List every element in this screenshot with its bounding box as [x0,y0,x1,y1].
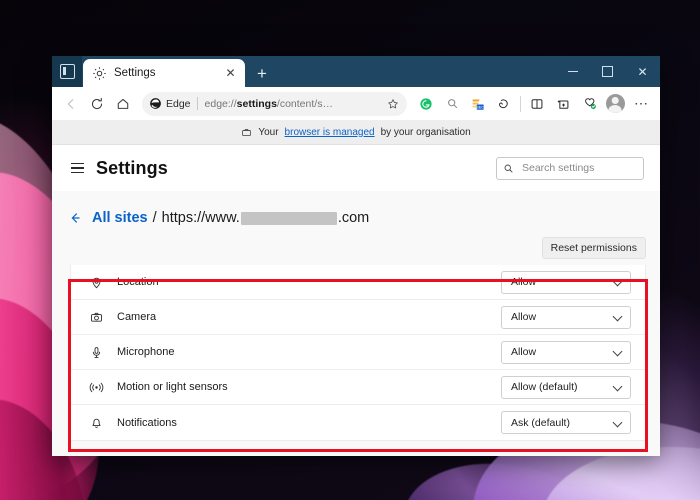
edge-logo-icon: Edge [149,97,191,110]
omnibox-brand-label: Edge [166,97,191,110]
permission-label: Microphone [117,346,175,358]
permission-row-notifications: Notifications Ask (default) [71,405,645,440]
gear-icon [92,66,107,81]
permission-select-microphone[interactable]: Allow [501,340,631,364]
permission-value: Ask (default) [511,416,570,429]
breadcrumb-separator: / [152,210,157,226]
motion-sensor-icon [85,381,107,394]
search-input[interactable] [520,161,637,175]
managed-banner-suffix: by your organisation [380,126,471,138]
address-bar[interactable]: Edge edge://settings/content/s… [142,91,407,116]
close-window-button[interactable]: ✕ [625,56,660,87]
omnibox-divider [196,97,198,110]
permission-row-location: Location Allow [71,265,645,300]
permission-row-motion-sensors: Motion or light sensors Allow (default) [71,370,645,405]
reset-permissions-button[interactable]: Reset permissions [541,237,646,259]
chevron-down-icon [613,347,623,357]
breadcrumb-site: https://www. .com [162,210,370,226]
settings-content: All sites / https://www. .com Reset perm… [52,191,660,456]
tab-title: Settings [114,67,156,79]
back-arrow-icon[interactable] [64,207,86,229]
refresh-icon[interactable] [84,91,110,117]
permission-label: Motion or light sensors [117,381,228,393]
back-arrow-icon[interactable] [58,91,84,117]
window-controls: ✕ [555,56,660,87]
close-icon[interactable]: ✕ [222,65,239,82]
bell-icon [85,416,107,429]
permission-value: Allow [511,311,537,323]
svg-text:SEO: SEO [476,104,484,109]
briefcase-icon [241,127,252,138]
permission-select-notifications[interactable]: Ask (default) [501,411,631,434]
screen: Settings ✕ + ✕ Edge edge://settings/cont… [0,0,700,500]
location-pin-icon [85,276,107,289]
browser-essentials-icon[interactable] [576,91,602,117]
toolbar-extension-icons: SEO ⋯ [413,91,654,117]
permission-value: Allow [511,276,537,288]
breadcrumb-all-sites-link[interactable]: All sites [92,210,148,226]
page-title: Settings [96,157,168,178]
settings-search-box[interactable] [496,156,644,180]
search-icon [503,163,514,174]
star-icon[interactable] [383,94,403,114]
title-bar: Settings ✕ + ✕ [52,56,660,87]
hamburger-icon[interactable] [64,155,90,181]
home-icon[interactable] [110,91,136,117]
permission-row-microphone: Microphone Allow [71,335,645,370]
reset-permissions-row: Reset permissions [52,229,660,259]
chevron-down-icon [613,418,623,428]
split-screen-icon[interactable] [524,91,550,117]
managed-browser-banner: Your browser is managed by your organisa… [52,120,660,145]
edge-browser-window: Settings ✕ + ✕ Edge edge://settings/cont… [52,56,660,456]
permission-value: Allow [511,346,537,358]
managed-banner-link[interactable]: browser is managed [285,127,375,138]
avatar[interactable] [602,91,628,117]
maximize-button[interactable] [590,56,625,87]
browser-toolbar: Edge edge://settings/content/s… SEO ⋯ [52,87,660,120]
permission-label: Notifications [117,416,177,429]
tab-search-icon[interactable] [52,56,82,87]
redaction-block [240,211,337,225]
settings-header: Settings [52,145,660,191]
collections-icon[interactable] [550,91,576,117]
permissions-list: Location Allow Camera Allow Microphone A… [70,265,646,441]
grammarly-icon[interactable] [413,91,439,117]
breadcrumb-site-prefix: https://www. [161,210,240,226]
chevron-down-icon [613,312,623,322]
breadcrumb: All sites / https://www. .com [52,191,660,229]
permission-row-camera: Camera Allow [71,300,645,335]
browser-tab-settings[interactable]: Settings ✕ [83,59,245,87]
permission-select-location[interactable]: Allow [501,270,631,294]
permission-select-motion-sensors[interactable]: Allow (default) [501,375,631,399]
minimize-button[interactable] [555,56,590,87]
microphone-icon [85,346,107,359]
chevron-down-icon [613,382,623,392]
permission-select-camera[interactable]: Allow [501,305,631,329]
new-tab-button[interactable]: + [249,60,275,86]
permission-label: Location [117,276,159,288]
chevron-down-icon [613,277,623,287]
more-options-button[interactable]: ⋯ [628,91,654,117]
search-extension-icon[interactable] [439,91,465,117]
omnibox-url: edge://settings/content/s… [204,97,333,110]
seo-extension-icon[interactable]: SEO [465,91,491,117]
copilot-icon[interactable] [491,91,517,117]
toolbar-divider [520,95,521,112]
camera-icon [85,311,107,324]
permission-value: Allow (default) [511,381,578,393]
managed-banner-prefix: Your [258,126,279,138]
breadcrumb-site-suffix: .com [337,210,370,226]
permission-label: Camera [117,311,157,323]
